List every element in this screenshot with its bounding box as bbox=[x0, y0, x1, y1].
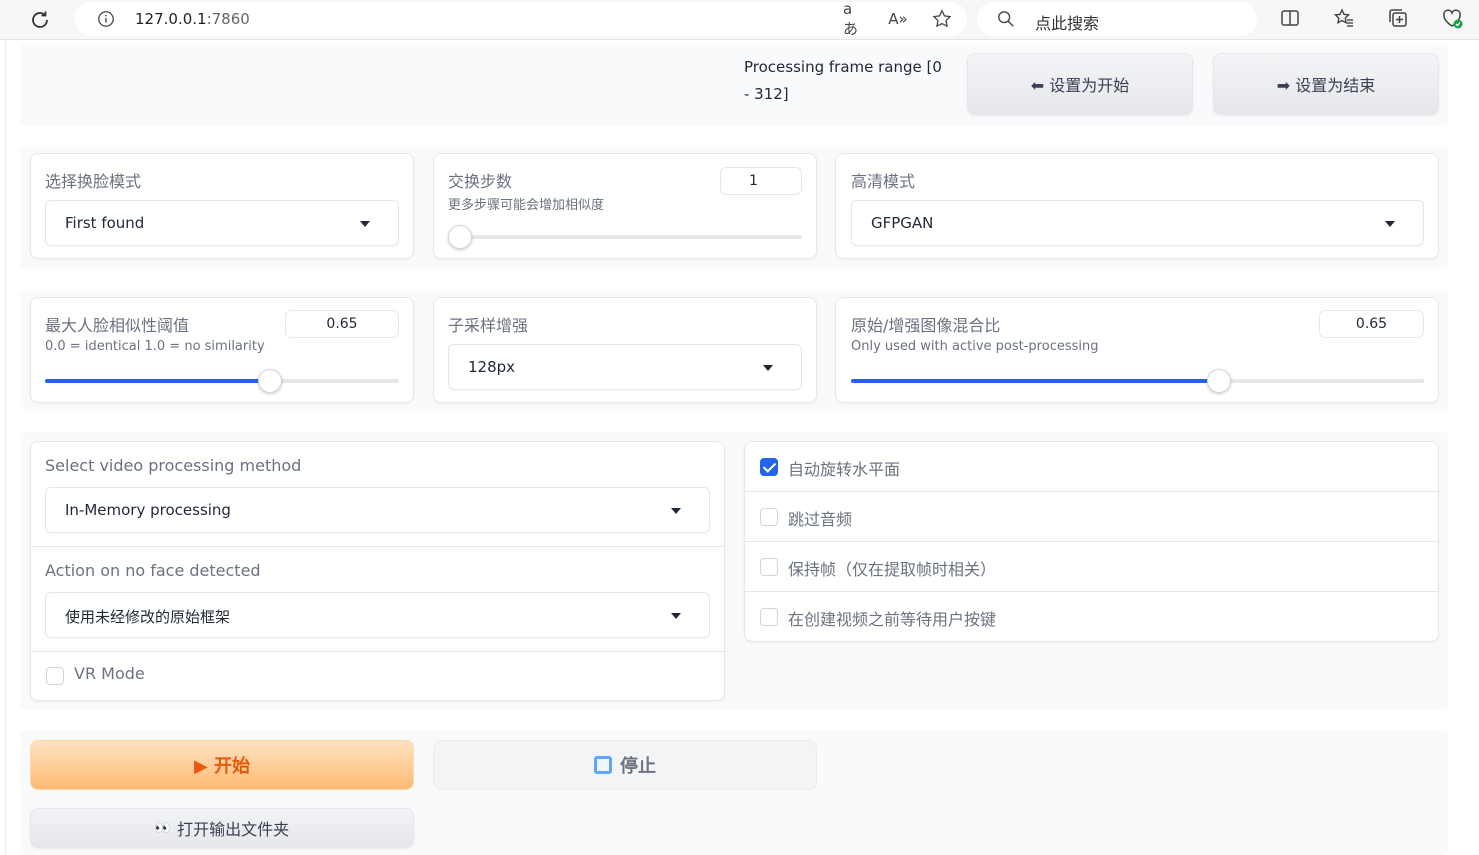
face-similarity-block: 最大人脸相似性阈值 0.0 = identical 1.0 = no simil… bbox=[30, 297, 414, 403]
video-settings-row: Select video processing method In-Memory… bbox=[20, 432, 1448, 710]
actions-row: ▶ 开始 停止 👀 打开输出文件夹 bbox=[20, 730, 1448, 855]
info-icon[interactable] bbox=[97, 10, 115, 28]
frame-range-label: Processing frame range [0 - 312] bbox=[744, 58, 942, 103]
swap-steps-info: 更多步骤可能会增加相似度 bbox=[448, 198, 605, 213]
no-face-dropdown[interactable]: 使用未经修改的原始框架 bbox=[45, 592, 710, 638]
wait-keypress-checkbox[interactable] bbox=[760, 608, 778, 626]
chevron-down-icon bbox=[671, 613, 681, 619]
swap-steps-input[interactable]: 1 bbox=[720, 167, 802, 195]
blend-ratio-block: 原始/增强图像混合比 Only used with active post-pr… bbox=[835, 297, 1439, 403]
enhance-settings-row: 最大人脸相似性阈值 0.0 = identical 1.0 = no simil… bbox=[20, 289, 1448, 411]
auto-rotate-checkbox[interactable] bbox=[760, 458, 778, 476]
face-similarity-info: 0.0 = identical 1.0 = no similarity bbox=[45, 339, 265, 354]
hd-mode-dropdown[interactable]: GFPGAN bbox=[851, 200, 1424, 246]
video-method-label: Select video processing method bbox=[45, 456, 302, 475]
start-button[interactable]: ▶ 开始 bbox=[30, 740, 414, 790]
slider-thumb[interactable] bbox=[258, 369, 282, 393]
video-method-section: Select video processing method In-Memory… bbox=[31, 442, 724, 547]
checkbox-wait-keypress[interactable]: 在创建视频之前等待用户按键 bbox=[745, 592, 1438, 642]
vr-mode-label: VR Mode bbox=[74, 664, 145, 683]
no-face-value: 使用未经修改的原始框架 bbox=[65, 608, 231, 626]
chevron-down-icon bbox=[671, 508, 681, 514]
stop-square-icon bbox=[594, 756, 612, 774]
skip-audio-label: 跳过音频 bbox=[788, 510, 853, 529]
wait-keypress-label: 在创建视频之前等待用户按键 bbox=[788, 610, 997, 629]
swap-steps-slider[interactable] bbox=[448, 225, 802, 249]
hd-mode-label: 高清模式 bbox=[851, 172, 916, 191]
url-host: 127.0.0.1 bbox=[135, 10, 207, 28]
swap-steps-label: 交换步数 bbox=[448, 172, 513, 191]
browser-search-bar[interactable]: 点此搜索 bbox=[977, 2, 1257, 36]
keep-frames-label: 保持帧（仅在提取帧时相关） bbox=[788, 560, 997, 579]
collections-icon[interactable] bbox=[1386, 6, 1410, 30]
keep-frames-checkbox[interactable] bbox=[760, 558, 778, 576]
star-icon[interactable] bbox=[931, 8, 953, 30]
chevron-down-icon bbox=[763, 365, 773, 371]
subsample-value: 128px bbox=[468, 358, 516, 376]
address-bar[interactable]: 127.0.0.1:7860 aあ A» bbox=[75, 0, 967, 38]
checkbox-keep-frames[interactable]: 保持帧（仅在提取帧时相关） bbox=[745, 542, 1438, 592]
url-text: 127.0.0.1:7860 bbox=[135, 10, 250, 28]
vr-mode-checkbox[interactable] bbox=[46, 667, 64, 685]
read-aloud-icon[interactable]: A» bbox=[887, 8, 909, 30]
stop-button[interactable]: 停止 bbox=[433, 740, 817, 790]
face-similarity-slider[interactable] bbox=[45, 369, 399, 393]
search-placeholder: 点此搜索 bbox=[1035, 14, 1100, 33]
blend-ratio-label: 原始/增强图像混合比 bbox=[851, 316, 1001, 335]
blend-ratio-info: Only used with active post-processing bbox=[851, 339, 1099, 354]
open-output-folder-button[interactable]: 👀 打开输出文件夹 bbox=[30, 808, 414, 848]
video-options-block: Select video processing method In-Memory… bbox=[30, 441, 725, 701]
url-port: :7860 bbox=[206, 10, 250, 28]
no-face-section: Action on no face detected 使用未经修改的原始框架 bbox=[31, 547, 724, 652]
swap-steps-block: 交换步数 更多步骤可能会增加相似度 1 bbox=[433, 153, 817, 259]
no-face-label: Action on no face detected bbox=[45, 561, 261, 580]
frame-range-row: Processing frame range [0 - 312] ⬅ 设置为开始… bbox=[20, 44, 1448, 126]
subsample-block: 子采样增强 128px bbox=[433, 297, 817, 403]
translate-icon[interactable]: aあ bbox=[843, 0, 865, 38]
hd-mode-value: GFPGAN bbox=[871, 214, 934, 232]
face-similarity-input[interactable]: 0.65 bbox=[285, 310, 399, 338]
browser-health-icon[interactable] bbox=[1440, 6, 1464, 30]
page-border bbox=[0, 40, 6, 855]
face-similarity-label: 最大人脸相似性阈值 bbox=[45, 316, 190, 335]
eyes-icon: 👀 bbox=[154, 820, 172, 836]
vr-mode-section[interactable]: VR Mode bbox=[31, 652, 724, 702]
stop-label: 停止 bbox=[620, 756, 656, 777]
browser-toolbar: 127.0.0.1:7860 aあ A» 点此搜索 bbox=[0, 0, 1479, 40]
favorites-icon[interactable] bbox=[1332, 6, 1356, 30]
swap-mode-label: 选择换脸模式 bbox=[45, 172, 142, 191]
video-method-value: In-Memory processing bbox=[65, 501, 231, 519]
set-end-button[interactable]: ➡ 设置为结束 bbox=[1213, 53, 1439, 115]
skip-audio-checkbox[interactable] bbox=[760, 508, 778, 526]
swap-settings-row: 选择换脸模式 First found 交换步数 更多步骤可能会增加相似度 1 高… bbox=[20, 145, 1448, 269]
chevron-down-icon bbox=[1385, 221, 1395, 227]
chevron-down-icon bbox=[360, 221, 370, 227]
blend-ratio-input[interactable]: 0.65 bbox=[1319, 310, 1424, 338]
checkbox-skip-audio[interactable]: 跳过音频 bbox=[745, 492, 1438, 542]
checkbox-auto-rotate[interactable]: 自动旋转水平面 bbox=[745, 442, 1438, 492]
hd-mode-block: 高清模式 GFPGAN bbox=[835, 153, 1439, 259]
checkbox-group: 自动旋转水平面 跳过音频 保持帧（仅在提取帧时相关） 在创建视频之前等待用户按键 bbox=[744, 441, 1439, 642]
slider-fill bbox=[851, 379, 1208, 383]
swap-mode-dropdown[interactable]: First found bbox=[45, 200, 399, 246]
blend-ratio-slider[interactable] bbox=[851, 369, 1424, 393]
swap-mode-value: First found bbox=[65, 214, 145, 232]
set-start-button[interactable]: ⬅ 设置为开始 bbox=[967, 53, 1193, 115]
search-icon bbox=[998, 11, 1014, 27]
split-screen-icon[interactable] bbox=[1278, 6, 1302, 30]
subsample-label: 子采样增强 bbox=[448, 316, 529, 335]
slider-fill bbox=[45, 379, 271, 383]
swap-mode-block: 选择换脸模式 First found bbox=[30, 153, 414, 259]
slider-thumb[interactable] bbox=[448, 225, 472, 249]
slider-thumb[interactable] bbox=[1207, 369, 1231, 393]
reload-icon[interactable] bbox=[28, 8, 52, 32]
video-method-dropdown[interactable]: In-Memory processing bbox=[45, 487, 710, 533]
subsample-dropdown[interactable]: 128px bbox=[448, 344, 802, 390]
auto-rotate-label: 自动旋转水平面 bbox=[788, 460, 901, 479]
open-folder-label: 打开输出文件夹 bbox=[177, 820, 290, 839]
